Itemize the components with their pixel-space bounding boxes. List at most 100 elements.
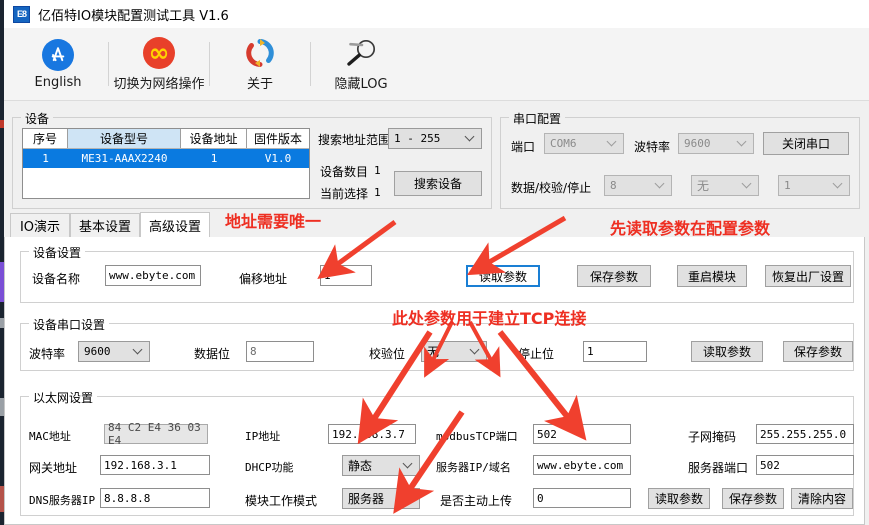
annotation-tcp-params: 此处参数用于建立TCP连接 [392,309,587,328]
dhcp-combo[interactable]: 静态 [342,455,420,476]
cell-index: 1 [42,152,49,165]
search-range-combo[interactable]: 1 - 255 [388,128,482,149]
work-mode-label: 模块工作模式 [245,494,318,508]
dss-parity-value: 无 [427,345,440,359]
stop-bits-value: 1 [784,179,791,192]
eth-save-params-button[interactable]: 保存参数 [722,488,784,509]
toolbar-label-switch-network: 切换为网络操作 [113,77,205,92]
server-port-input[interactable]: 502 [756,455,854,475]
infinity-icon: ∞ [143,36,175,70]
chevron-down-icon [738,138,747,147]
port-label: 端口 [511,140,536,154]
annotation-read-first: 先读取参数在配置参数 [610,219,771,238]
device-table[interactable]: 序号 设备型号 设备地址 固件版本 1 ME31-AAAX2240 1 V1.0 [22,128,310,199]
chevron-down-icon [471,346,480,355]
toolbar-label-english: English [34,75,82,90]
work-mode-combo[interactable]: 服务器 [342,488,420,509]
toolbar-label-hide-log: 隐藏LOG [334,77,388,92]
window-title: 亿佰特IO模块配置测试工具 V1.6 [38,8,229,24]
close-serial-button[interactable]: 关闭串口 [763,132,849,155]
dns-input[interactable]: 8.8.8.8 [100,488,210,508]
application-window: E8 亿佰特IO模块配置测试工具 V1.6 English ∞ 切换为网络操作 … [0,0,869,525]
annotation-address-unique: 地址需要唯一 [225,212,322,231]
toolbar: English ∞ 切换为网络操作 关于 隐藏LOG [4,28,869,101]
chevron-down-icon [834,180,843,189]
data-parity-stop-label: 数据/校验/停止 [511,181,592,195]
subnet-label: 子网掩码 [688,430,737,444]
dss-save-params-button[interactable]: 保存参数 [783,341,853,362]
app-logo-icon: E8 [13,5,30,23]
offset-address-input[interactable]: 1 [320,265,372,286]
app-store-icon [42,38,74,72]
mac-input[interactable]: 84 C2 E4 36 03 E4 [104,421,208,447]
dss-parity-combo[interactable]: 无 [421,341,487,362]
active-upload-label: 是否主动上传 [440,494,513,508]
dhcp-label: DHCP功能 [245,461,294,474]
parity-combo[interactable]: 无 [691,175,759,196]
device-save-params-button[interactable]: 保存参数 [577,265,651,287]
toolbar-button-english[interactable]: English [8,30,108,98]
search-range-label: 搜索地址范围 [318,133,391,147]
dss-baud-label: 波特率 [29,347,66,361]
modbus-port-value: 502 [537,427,557,441]
gateway-input[interactable]: 192.168.3.1 [100,455,210,475]
dss-baud-combo[interactable]: 9600 [78,341,150,362]
serial-config-legend: 串口配置 [509,110,566,127]
cell-address: 1 [210,152,218,165]
subnet-value: 255.255.255.0 [760,427,847,441]
tab-io-demo[interactable]: IO演示 [10,213,70,237]
factory-reset-button[interactable]: 恢复出厂设置 [765,265,851,287]
dss-data-input[interactable]: 8 [246,341,314,362]
device-name-value: www.ebyte.com [109,269,196,282]
dss-data-label: 数据位 [194,347,231,361]
table-header-model: 设备型号 [68,129,181,148]
port-value: COM6 [550,137,577,150]
subnet-input[interactable]: 255.255.255.0 [756,424,854,444]
tab-basic-settings[interactable]: 基本设置 [70,213,140,237]
device-table-header: 序号 设备型号 设备地址 固件版本 [23,129,309,149]
search-device-button[interactable]: 搜索设备 [394,171,482,196]
ip-input[interactable]: 192.168.3.7 [328,424,416,444]
refresh-circle-icon [244,36,276,70]
toolbar-button-switch-network[interactable]: ∞ 切换为网络操作 [109,30,209,98]
table-row[interactable]: 1 ME31-AAAX2240 1 V1.0 [23,149,309,168]
server-ip-label: 服务器IP/域名 [436,461,511,474]
device-count-label: 设备数目 [320,165,369,179]
device-read-params-button[interactable]: 读取参数 [466,265,540,287]
toolbar-button-about[interactable]: 关于 [210,30,310,98]
search-range-value: 1 - 255 [394,132,441,145]
modbus-port-label: modbusTCP端口 [436,430,518,443]
port-combo[interactable]: COM6 [544,133,624,154]
dss-parity-label: 校验位 [369,347,406,361]
table-header-firmware: 固件版本 [247,129,309,148]
active-upload-value: 0 [537,491,544,505]
server-ip-input[interactable]: www.ebyte.com [533,455,631,475]
device-serial-settings-legend: 设备串口设置 [29,316,110,333]
work-mode-value: 服务器 [348,492,385,506]
tab-advanced-settings[interactable]: 高级设置 [140,212,210,237]
eth-clear-button[interactable]: 清除内容 [791,488,853,509]
chevron-down-icon [134,346,143,355]
baud-label: 波特率 [634,140,671,154]
ip-label: IP地址 [245,430,281,443]
data-bits-combo[interactable]: 8 [604,175,672,196]
dss-read-params-button[interactable]: 读取参数 [691,341,763,362]
cell-model: ME31-AAAX2240 [81,152,168,165]
chevron-down-icon [743,180,752,189]
modbus-port-input[interactable]: 502 [533,424,631,444]
dss-stop-input[interactable]: 1 [583,341,647,362]
chevron-down-icon [608,138,617,147]
chevron-down-icon [656,180,665,189]
device-name-input[interactable]: www.ebyte.com [105,265,201,286]
table-header-address: 设备地址 [181,129,247,148]
toolbar-button-hide-log[interactable]: 隐藏LOG [311,30,411,98]
eth-read-params-button[interactable]: 读取参数 [648,488,710,509]
stop-bits-combo[interactable]: 1 [778,175,850,196]
baud-combo[interactable]: 9600 [678,133,754,154]
restart-module-button[interactable]: 重启模块 [677,265,747,287]
active-upload-input[interactable]: 0 [533,488,631,508]
data-bits-value: 8 [610,179,617,192]
current-select-value: 1 [374,186,381,199]
cell-firmware: V1.0 [264,152,292,165]
toolbar-label-about: 关于 [246,77,273,92]
